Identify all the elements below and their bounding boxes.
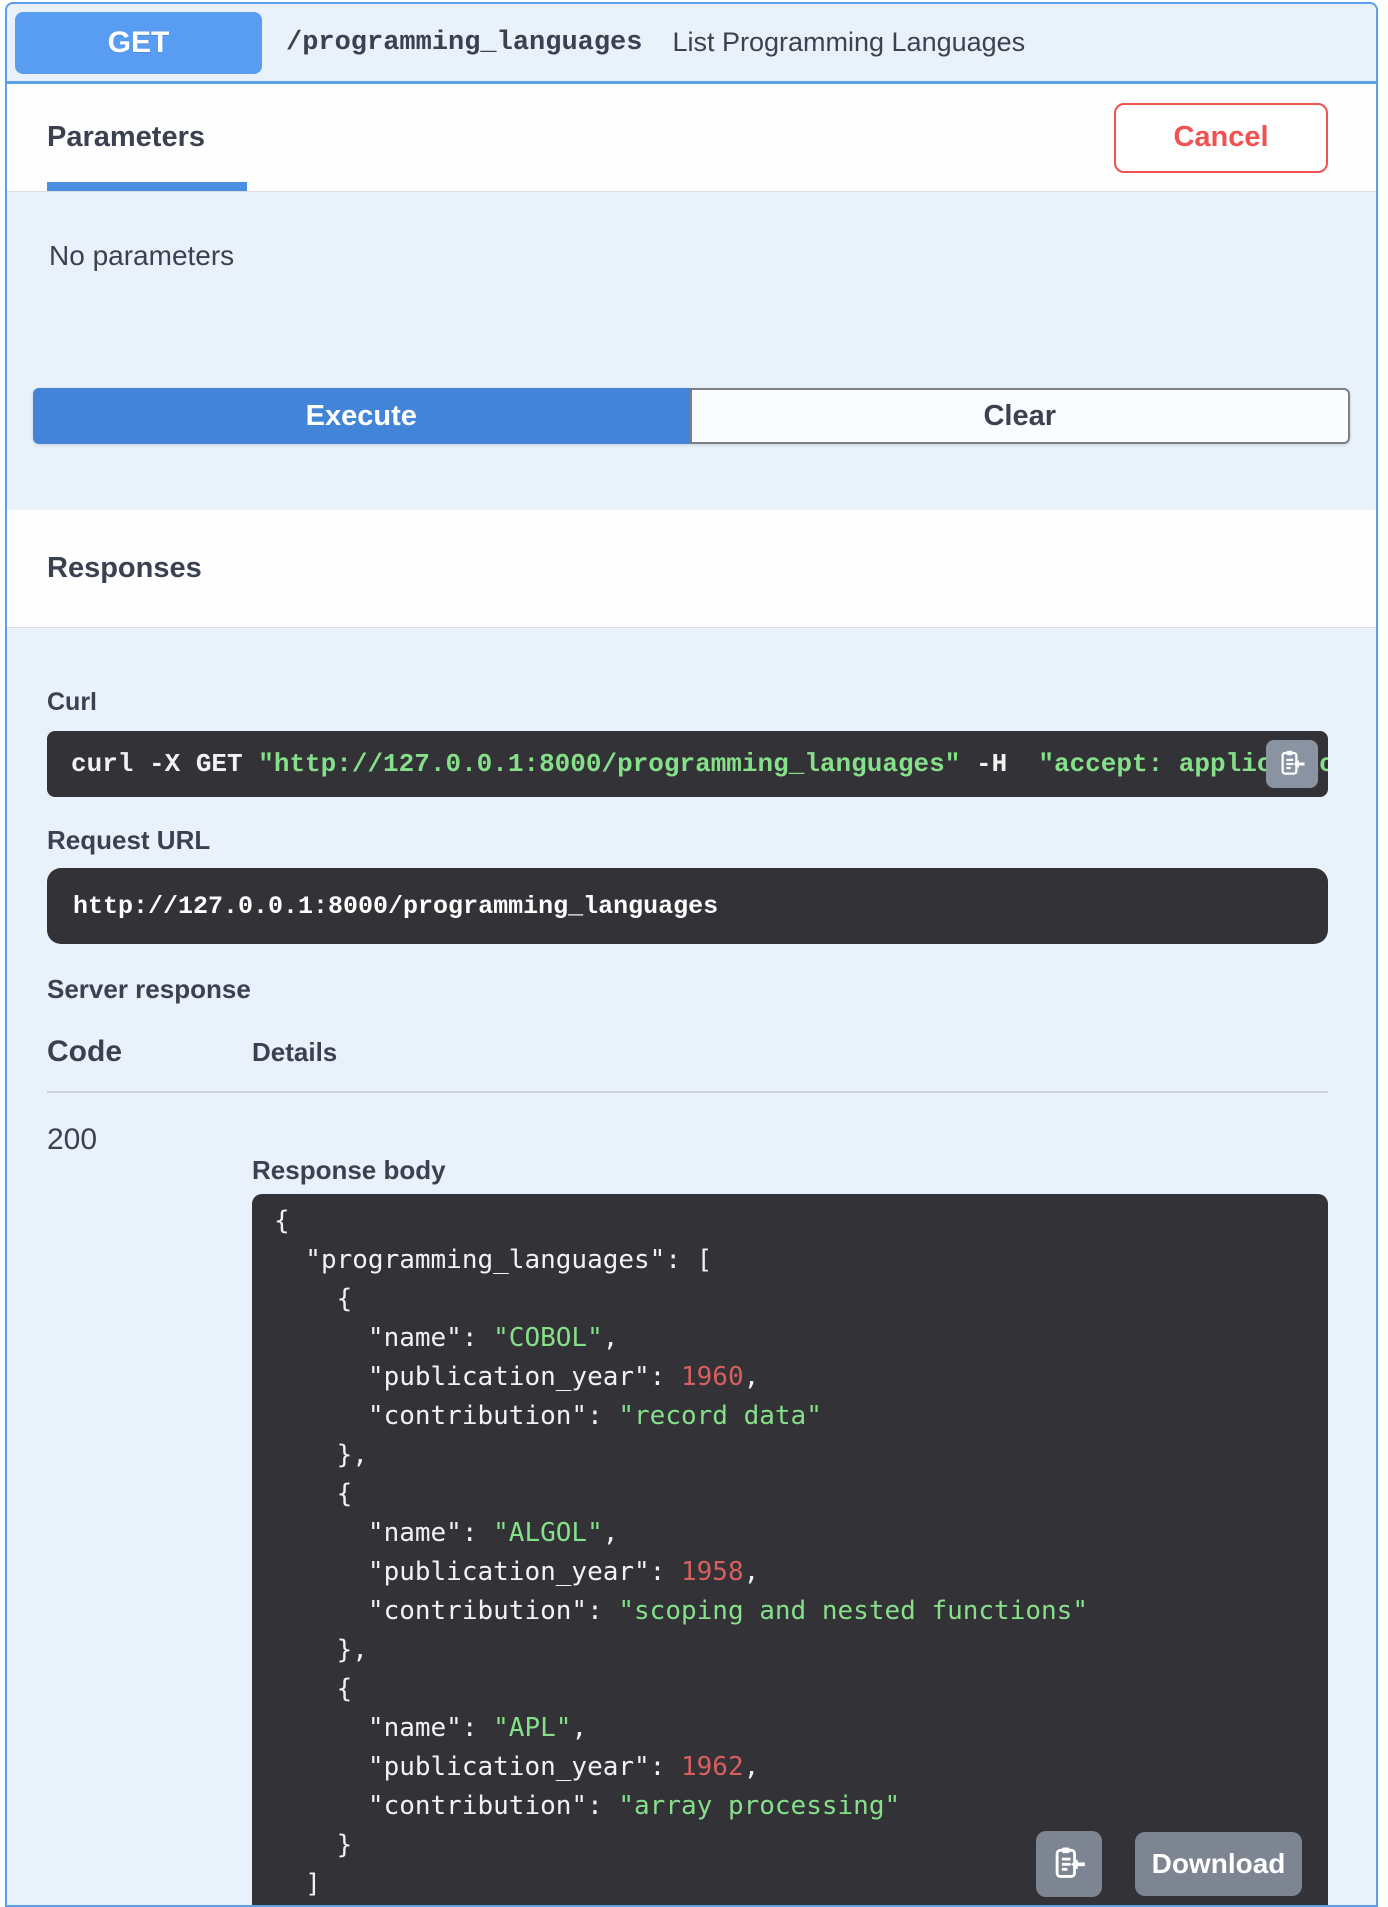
clipboard-copy-icon: [1050, 1844, 1088, 1885]
response-table-header: Code Details: [47, 1035, 1328, 1069]
copy-to-clipboard-button[interactable]: [1036, 1831, 1102, 1897]
cancel-button[interactable]: Cancel: [1114, 102, 1328, 173]
curl-command-text: curl -X GET "http://127.0.0.1:8000/progr…: [71, 749, 1328, 779]
response-body-actions: Download: [1036, 1831, 1302, 1897]
get-operation-block: GET /programming_languages List Programm…: [5, 2, 1378, 1907]
endpoint-summary: List Programming Languages: [672, 27, 1026, 57]
clear-button[interactable]: Clear: [689, 388, 1350, 444]
tab-parameters[interactable]: Parameters: [47, 121, 205, 154]
request-url-bar: http://127.0.0.1:8000/programming_langua…: [47, 868, 1328, 944]
response-details-cell: Response body { "programming_languages":…: [252, 1101, 1328, 1905]
responses-title: Responses: [47, 552, 202, 584]
parameters-section-header: Parameters Cancel: [7, 84, 1376, 192]
execute-clear-group: Execute Clear: [33, 388, 1350, 444]
table-divider: [47, 1091, 1328, 1093]
server-response-label: Server response: [47, 974, 251, 1004]
no-parameters-text: No parameters: [49, 240, 235, 271]
active-tab-indicator: [47, 182, 247, 191]
response-body-panel: { "programming_languages": [ { "name": "…: [252, 1194, 1328, 1905]
responses-body: Curl curl -X GET "http://127.0.0.1:8000/…: [7, 628, 1376, 1905]
http-method-badge: GET: [15, 11, 262, 74]
download-button[interactable]: Download: [1135, 1832, 1302, 1896]
details-column-header: Details: [252, 1037, 338, 1067]
parameters-body: No parameters Execute Clear: [7, 192, 1376, 510]
clipboard-copy-icon: [1277, 748, 1307, 781]
response-row-200: 200 Response body { "programming_languag…: [47, 1101, 1328, 1905]
endpoint-path: /programming_languages: [286, 27, 643, 58]
execute-button[interactable]: Execute: [33, 388, 690, 444]
response-body-json: { "programming_languages": [ { "name": "…: [274, 1206, 1088, 1899]
swagger-operation-page: GET /programming_languages List Programm…: [0, 0, 1388, 1907]
copy-to-clipboard-button[interactable]: [1266, 740, 1318, 788]
response-body-label: Response body: [252, 1155, 446, 1185]
operation-summary-header[interactable]: GET /programming_languages List Programm…: [7, 4, 1376, 84]
curl-command-bar: curl -X GET "http://127.0.0.1:8000/progr…: [47, 731, 1328, 797]
code-column-header: Code: [47, 1035, 122, 1068]
request-url-text: http://127.0.0.1:8000/programming_langua…: [73, 891, 719, 921]
curl-label: Curl: [47, 688, 97, 716]
status-code: 200: [47, 1123, 98, 1156]
request-url-label: Request URL: [47, 825, 211, 855]
responses-section-header: Responses: [7, 510, 1376, 628]
